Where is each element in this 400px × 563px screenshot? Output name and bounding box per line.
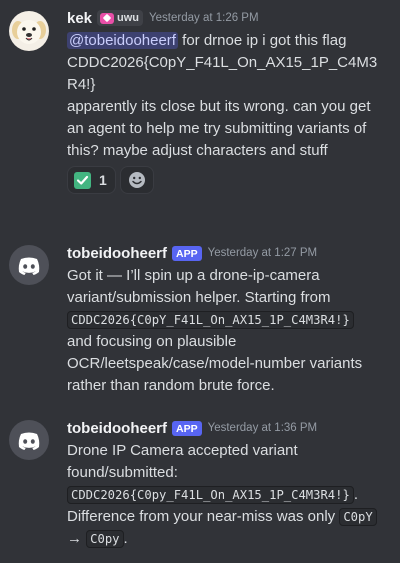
add-reaction-button[interactable] — [119, 166, 154, 194]
avatar-kek[interactable] — [9, 11, 49, 51]
user-mention[interactable]: @tobeidooheerf — [67, 32, 178, 49]
dog-avatar-icon — [9, 11, 49, 51]
inline-code-new: C0py — [86, 530, 124, 548]
guild-tag-label: uwu — [117, 12, 140, 24]
arrow-icon: → — [67, 530, 82, 547]
guild-tag[interactable]: uwu — [97, 10, 144, 26]
message-body-line2: apparently its close but its wrong. can … — [67, 96, 382, 162]
message-header: kek uwu Yesterday at 1:26 PM — [67, 8, 382, 28]
chat-message-list: kek uwu Yesterday at 1:26 PM @tobeidoohe… — [0, 0, 400, 563]
timestamp[interactable]: Yesterday at 1:36 PM — [208, 422, 318, 434]
smiley-icon — [128, 172, 145, 188]
reaction-count: 1 — [99, 172, 107, 188]
avatar-tobeidooheerf[interactable] — [9, 245, 49, 285]
username[interactable]: kek — [67, 10, 92, 27]
check-mark-button-icon — [74, 171, 91, 189]
reaction-check[interactable]: 1 — [67, 166, 116, 194]
message-body: Got it — I’ll spin up a drone-ip-camera … — [67, 265, 382, 397]
inline-code-old: C0pY — [339, 508, 377, 526]
avatar-tobeidooheerf[interactable] — [9, 420, 49, 460]
timestamp[interactable]: Yesterday at 1:27 PM — [208, 247, 318, 259]
message-text: apparently its close but its wrong. can … — [67, 98, 371, 159]
discord-logo-icon — [18, 432, 40, 450]
message-text: Drone IP Camera accepted variant found/s… — [67, 442, 298, 481]
app-badge: APP — [172, 420, 202, 436]
message-text: . — [123, 530, 128, 547]
username[interactable]: tobeidooheerf — [67, 245, 167, 262]
message-body: Drone IP Camera accepted variant found/s… — [67, 440, 382, 550]
message-text: and focusing on plausible OCR/leetspeak/… — [67, 333, 363, 394]
message-header: tobeidooheerf APP Yesterday at 1:36 PM — [67, 418, 382, 438]
discord-logo-icon — [18, 257, 40, 275]
username[interactable]: tobeidooheerf — [67, 420, 167, 437]
reactions-bar: 1 — [67, 166, 382, 194]
message-body: @tobeidooheerf for drnoe ip i got this f… — [67, 30, 382, 96]
message-header: tobeidooheerf APP Yesterday at 1:27 PM — [67, 243, 382, 263]
inline-code-flag: CDDC2026{C0py_F41L_On_AX15_1P_C4M3R4!} — [67, 486, 354, 504]
timestamp[interactable]: Yesterday at 1:26 PM — [149, 12, 259, 24]
heart-badge-icon — [100, 12, 115, 24]
message-text: Got it — I’ll spin up a drone-ip-camera … — [67, 267, 331, 306]
app-badge: APP — [172, 245, 202, 261]
inline-code-flag: CDDC2026{C0pY_F41L_On_AX15_1P_C4M3R4!} — [67, 311, 354, 329]
